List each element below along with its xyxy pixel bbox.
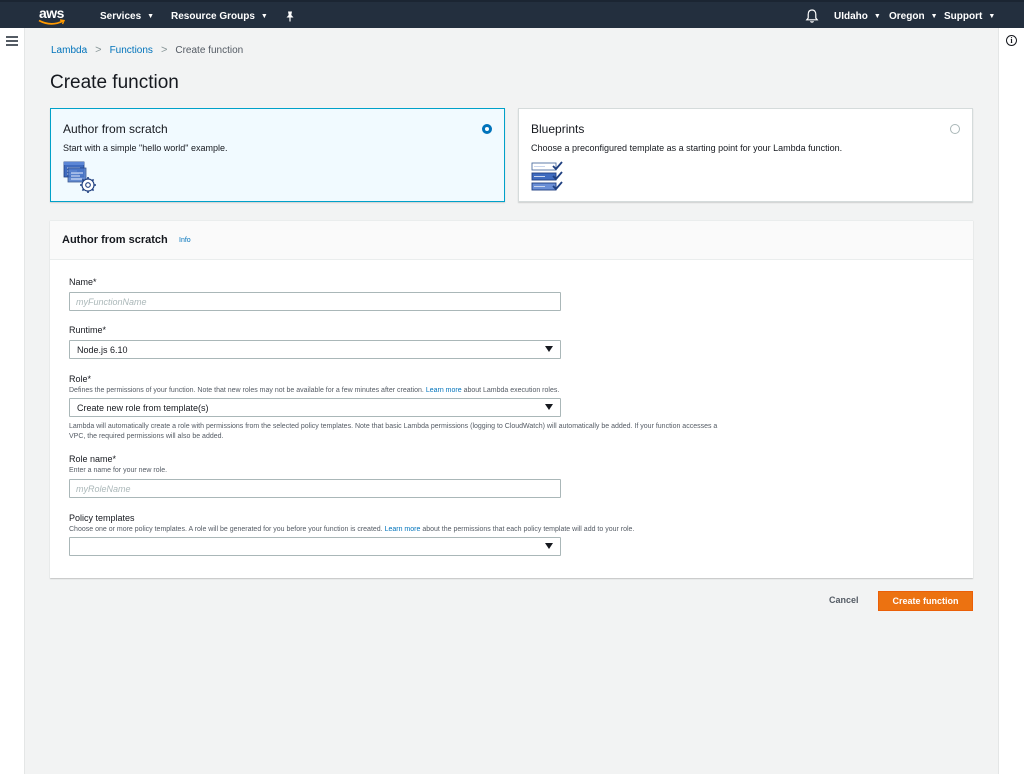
breadcrumb-separator: >: [95, 44, 102, 56]
author-from-scratch-tile[interactable]: Author from scratch Start with a simple …: [50, 108, 505, 202]
resource-groups-label: Resource Groups: [171, 10, 255, 22]
user-label: UIdaho: [834, 10, 868, 22]
blueprints-tile[interactable]: Blueprints Choose a preconfigured templa…: [518, 108, 973, 202]
chevron-down-icon: ▼: [930, 12, 938, 20]
role-selected-value: Create new role from template(s): [77, 402, 209, 413]
blueprints-tile-title: Blueprints: [531, 122, 585, 136]
bell-icon[interactable]: [805, 8, 819, 24]
role-label: Role*: [69, 374, 92, 384]
top-navigation-bar: aws Services ▼ Resource Groups ▼ UIdaho …: [0, 0, 1024, 28]
blueprints-tile-description: Choose a preconfigured template as a sta…: [531, 143, 843, 153]
policy-templates-select[interactable]: [69, 537, 561, 556]
create-function-button[interactable]: Create function: [878, 591, 973, 611]
breadcrumb-functions[interactable]: Functions: [110, 45, 153, 56]
role-description-text: Defines the permissions of your function…: [69, 387, 424, 394]
cancel-button[interactable]: Cancel: [829, 595, 859, 605]
support-menu[interactable]: Support ▼: [944, 2, 995, 30]
policy-description-suffix: about the permissions that each policy t…: [422, 526, 635, 533]
runtime-select[interactable]: Node.js 6.10: [69, 340, 561, 359]
role-name-label: Role name*: [69, 454, 117, 464]
role-description-suffix: about Lambda execution roles.: [463, 387, 560, 394]
function-name-input[interactable]: [69, 292, 561, 311]
left-side-panel: [0, 28, 25, 774]
breadcrumb: Lambda > Functions > Create function: [51, 44, 243, 56]
role-learn-more-link[interactable]: Learn more: [426, 387, 462, 394]
runtime-label: Runtime*: [69, 325, 107, 335]
role-name-description: Enter a name for your new role.: [69, 467, 168, 474]
aws-smile-icon: [38, 19, 66, 25]
dropdown-arrow-icon: [545, 543, 553, 549]
breadcrumb-lambda[interactable]: Lambda: [51, 45, 87, 56]
breadcrumb-separator: >: [160, 44, 168, 56]
resource-groups-menu[interactable]: Resource Groups ▼: [171, 2, 268, 30]
author-tile-description: Start with a simple "hello world" exampl…: [63, 143, 228, 153]
author-tile-title: Author from scratch: [63, 122, 168, 136]
services-label: Services: [100, 10, 142, 22]
name-label: Name*: [69, 277, 97, 287]
hamburger-icon[interactable]: [6, 36, 18, 46]
panel-title: Author from scratch: [62, 234, 168, 246]
info-link[interactable]: Info: [179, 237, 191, 244]
services-menu[interactable]: Services ▼: [100, 2, 154, 30]
region-menu[interactable]: Oregon ▼: [889, 2, 938, 30]
role-name-input[interactable]: [69, 479, 561, 498]
pin-button[interactable]: [285, 2, 295, 30]
chevron-down-icon: ▼: [873, 12, 881, 20]
info-icon[interactable]: i: [1006, 35, 1017, 46]
chevron-down-icon: ▼: [988, 12, 996, 20]
policy-description-text: Choose one or more policy templates. A r…: [69, 526, 383, 533]
checklist-icon: [531, 161, 563, 191]
region-label: Oregon: [889, 10, 925, 22]
code-gear-icon: [63, 161, 96, 193]
page-title: Create function: [50, 72, 179, 93]
policy-templates-label: Policy templates: [69, 513, 135, 523]
user-menu[interactable]: UIdaho ▼: [834, 2, 881, 30]
pin-icon: [286, 11, 294, 21]
role-help-text: Lambda will automatically create a role …: [69, 423, 718, 440]
runtime-selected-value: Node.js 6.10: [77, 344, 128, 355]
role-description: Defines the permissions of your function…: [69, 386, 729, 396]
blueprints-tile-radio[interactable]: [950, 124, 960, 134]
panel-header: Author from scratch Info: [50, 221, 973, 260]
chevron-down-icon: ▼: [260, 12, 268, 20]
support-label: Support: [944, 10, 983, 22]
chevron-down-icon: ▼: [147, 12, 155, 20]
dropdown-arrow-icon: [545, 404, 553, 410]
dropdown-arrow-icon: [545, 346, 553, 352]
aws-logo[interactable]: aws: [38, 4, 68, 28]
policy-learn-more-link[interactable]: Learn more: [385, 526, 421, 533]
author-from-scratch-panel: Author from scratch Info Name* Runtime* …: [50, 220, 973, 578]
breadcrumb-current: Create function: [175, 44, 244, 56]
author-tile-radio[interactable]: [482, 124, 492, 134]
right-side-panel: i: [998, 28, 1024, 774]
role-select[interactable]: Create new role from template(s): [69, 398, 561, 417]
policy-templates-description: Choose one or more policy templates. A r…: [69, 525, 729, 535]
